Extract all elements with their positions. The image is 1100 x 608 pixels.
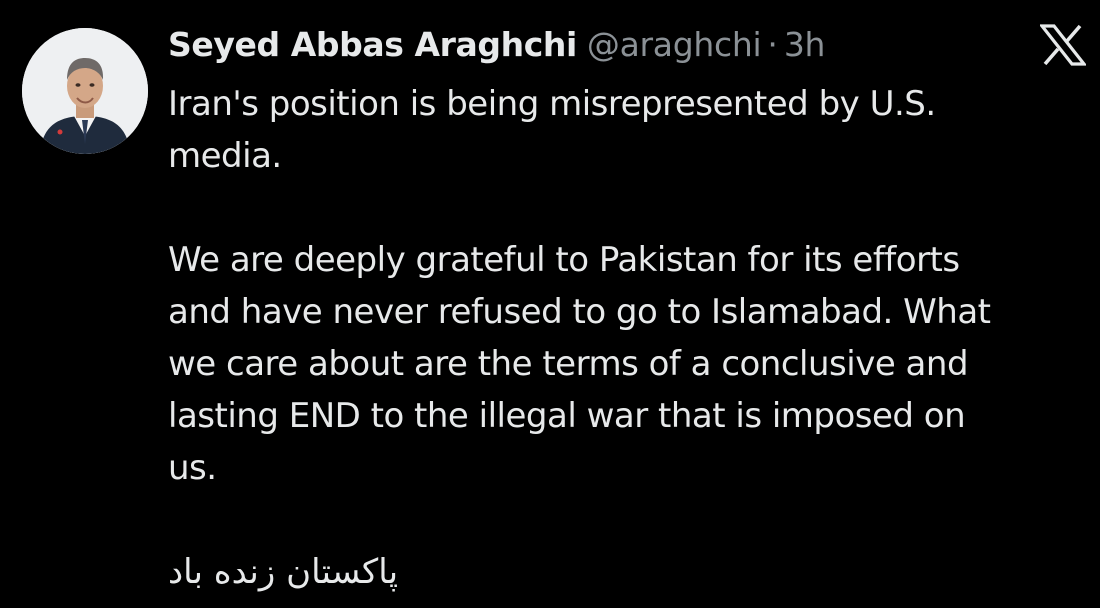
tweet-paragraph: Iran's position is being misrepresented …: [168, 84, 936, 176]
author-display-name[interactable]: Seyed Abbas Araghchi: [168, 22, 577, 68]
tweet-text: Iran's position is being misrepresented …: [168, 78, 1078, 598]
x-logo-icon: [1038, 24, 1088, 66]
tweet-paragraph-urdu: پاکستان زنده باد: [168, 552, 399, 592]
profile-photo: [22, 28, 148, 154]
author-handle[interactable]: @araghchi: [587, 22, 762, 68]
post-timestamp[interactable]: 3h: [784, 22, 826, 68]
header-separator: ·: [767, 25, 778, 64]
tweet-header: Seyed Abbas Araghchi @araghchi · 3h: [168, 22, 825, 68]
tweet-paragraph: We are deeply grateful to Pakistan for i…: [168, 240, 991, 488]
avatar[interactable]: [22, 28, 148, 154]
